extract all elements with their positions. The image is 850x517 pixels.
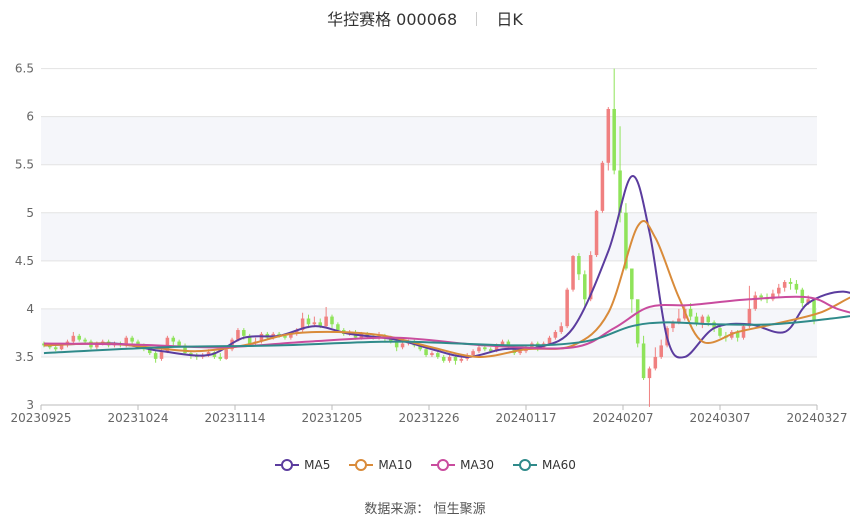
candle-body xyxy=(59,345,64,350)
candle-body xyxy=(753,295,758,309)
candle-body xyxy=(635,299,640,344)
y-tick-label: 6.5 xyxy=(15,62,34,76)
candle-body xyxy=(312,322,317,325)
candle-body xyxy=(518,351,522,354)
candle-body xyxy=(759,295,763,298)
candle-body xyxy=(477,347,481,352)
candle-body xyxy=(483,347,487,350)
candle-body xyxy=(224,349,228,359)
candle-body xyxy=(659,345,663,357)
candle-body xyxy=(218,356,223,359)
candle-body xyxy=(459,358,464,361)
candle-body xyxy=(600,162,605,211)
candle-body xyxy=(571,256,575,290)
candle-body xyxy=(77,335,81,340)
candle-body xyxy=(71,335,76,342)
legend-label: MA10 xyxy=(378,458,413,472)
candle-body xyxy=(688,308,693,317)
legend-label: MA60 xyxy=(542,458,576,472)
x-tick-label: 20240117 xyxy=(495,411,556,425)
candle-body xyxy=(782,281,787,288)
candle-body xyxy=(159,352,164,359)
candle-body xyxy=(324,316,328,327)
candle-body xyxy=(612,108,616,171)
candle-body xyxy=(306,318,311,325)
y-tick-label: 5 xyxy=(26,206,34,220)
candle-body xyxy=(430,353,434,356)
candle-body xyxy=(400,343,405,348)
x-tick-label: 20231226 xyxy=(398,411,459,425)
candle-body xyxy=(647,368,652,379)
x-tick-label: 20231024 xyxy=(107,411,168,425)
candle-body xyxy=(471,351,475,356)
grid-band xyxy=(41,116,817,165)
legend-symbol xyxy=(513,459,538,471)
candle-body xyxy=(812,299,816,321)
legend-symbol xyxy=(431,459,456,471)
candle-body xyxy=(777,287,781,294)
candle-body xyxy=(741,326,746,338)
x-tick-label: 20240327 xyxy=(786,411,847,425)
candle-body xyxy=(547,337,552,344)
legend-label: MA30 xyxy=(460,458,495,472)
candle-body xyxy=(565,289,569,327)
candle-body xyxy=(177,341,181,346)
candle-body xyxy=(53,347,58,350)
candle-body xyxy=(441,356,446,361)
candle-body xyxy=(153,353,158,359)
candle-body xyxy=(718,328,722,336)
candle-body xyxy=(606,108,611,163)
y-tick-label: 5.5 xyxy=(15,158,34,172)
y-tick-label: 4.5 xyxy=(15,254,34,268)
candle-body xyxy=(330,316,334,325)
candle-body xyxy=(424,349,428,356)
legend-symbol xyxy=(275,459,300,471)
y-tick-label: 4 xyxy=(26,302,34,316)
candle-body xyxy=(577,256,581,275)
legend-item-ma5[interactable]: MA5 xyxy=(274,458,330,472)
candle-body xyxy=(453,356,458,361)
grid-band xyxy=(41,212,817,261)
legend-item-ma10[interactable]: MA10 xyxy=(348,458,412,472)
candle-body xyxy=(83,339,87,342)
source-label: 数据来源： xyxy=(364,502,430,517)
candlestick-chart[interactable]: 3 3.5 4 4.5 5 5.5 6 6.5 20230925 20231024 20231114… xyxy=(0,0,850,450)
x-tick-label: 20231205 xyxy=(301,411,362,425)
candle-body xyxy=(653,356,658,369)
candle-body xyxy=(436,353,440,357)
candle-body xyxy=(788,281,793,284)
data-source: 数据来源： 恒生聚源 xyxy=(0,498,850,517)
source-value: 恒生聚源 xyxy=(433,502,486,517)
candle-body xyxy=(706,316,711,323)
legend-item-ma30[interactable]: MA30 xyxy=(430,458,494,472)
candle-body xyxy=(236,330,240,340)
y-tick-label: 3.5 xyxy=(15,350,34,364)
candle-body xyxy=(447,356,452,361)
candle-body xyxy=(559,326,564,332)
y-tick-label: 6 xyxy=(26,110,34,124)
x-tick-label: 20230925 xyxy=(10,411,71,425)
candle-body xyxy=(171,337,176,342)
candle-body xyxy=(630,268,634,300)
candle-body xyxy=(583,274,587,300)
candle-body xyxy=(794,283,799,290)
candle-body xyxy=(641,343,646,379)
y-tick-label: 3 xyxy=(26,398,34,412)
x-tick-label: 20231114 xyxy=(204,411,265,425)
x-tick-label: 20240207 xyxy=(592,411,653,425)
x-tick-label: 20240307 xyxy=(689,411,750,425)
candle-body xyxy=(553,331,558,338)
candle-body xyxy=(336,324,340,331)
candle-body xyxy=(130,337,134,342)
legend-label: MA5 xyxy=(304,458,331,472)
candle-body xyxy=(594,210,599,256)
legend-symbol xyxy=(349,459,374,471)
candle-body xyxy=(242,330,246,336)
chart-legend: MA5 MA10 MA30 MA60 xyxy=(0,458,850,472)
legend-item-ma60[interactable]: MA60 xyxy=(512,458,576,472)
